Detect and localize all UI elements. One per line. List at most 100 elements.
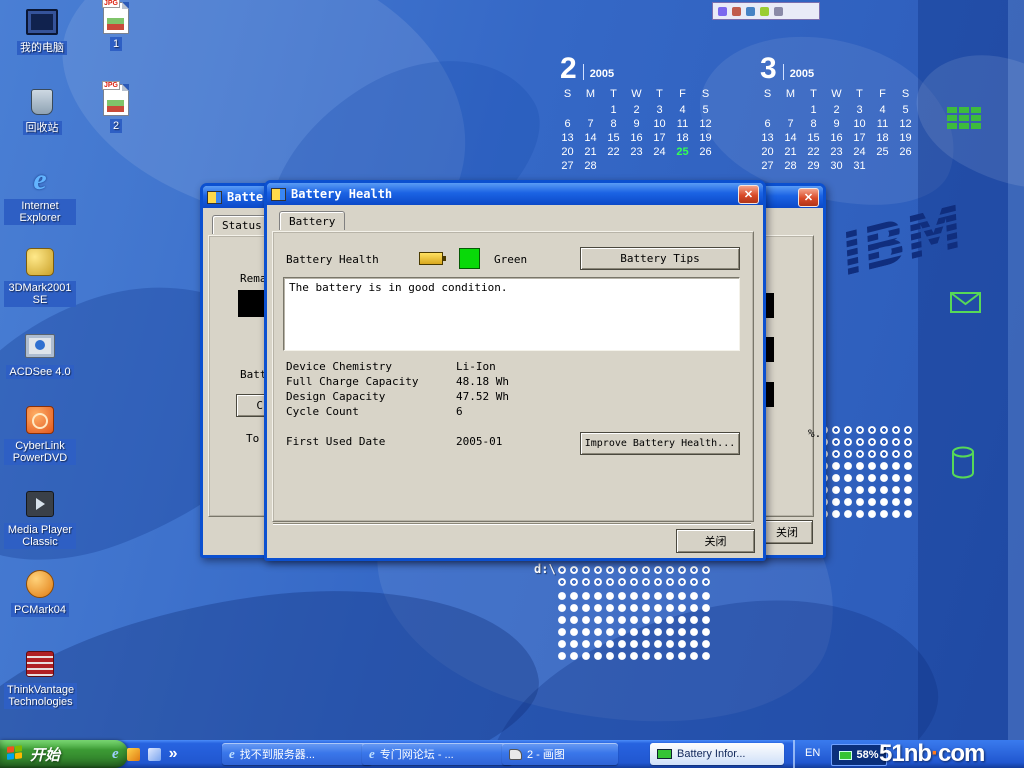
tab-status[interactable]: Status: [212, 215, 272, 234]
dot-pattern-right-filled: [818, 460, 914, 520]
display-icon[interactable]: [732, 7, 741, 16]
calendar-day-header: T: [648, 88, 671, 102]
calendar-day-header: T: [602, 88, 625, 102]
improve-battery-health-button[interactable]: Improve Battery Health...: [580, 432, 740, 455]
calendar-month: 2: [560, 56, 577, 82]
start-label: 开始: [30, 744, 60, 765]
desktop-icon-recycle-bin[interactable]: 回收站: [6, 86, 78, 136]
close-icon[interactable]: ✕: [798, 188, 819, 207]
close-button[interactable]: 关闭: [676, 529, 755, 553]
calendar-cell: 11: [671, 118, 694, 132]
calendar-cell: 15: [802, 132, 825, 146]
task-button-server-not-found[interactable]: e 找不到服务器...: [222, 743, 372, 765]
calendar-cell: 20: [756, 146, 779, 160]
settings-icon[interactable]: [774, 7, 783, 16]
show-desktop-icon[interactable]: [148, 748, 161, 761]
tab-battery[interactable]: Battery: [279, 211, 345, 230]
task-button-label: 2 - 画图: [527, 746, 565, 762]
calendar-cell: 21: [779, 146, 802, 160]
internet-explorer-icon[interactable]: e: [112, 746, 119, 763]
calendar-february: 2 2005 SMTWTFS 1234567891011121314151617…: [556, 56, 717, 174]
condition-text: The battery is in good condition.: [289, 281, 508, 294]
calendar-cell: [694, 160, 717, 174]
calendar-month: 3: [760, 56, 777, 82]
calendar-day-header: S: [894, 88, 917, 102]
battery-icon: [419, 252, 443, 265]
calendar-cell: 21: [579, 146, 602, 160]
calendar-year: 2005: [790, 68, 814, 80]
calendar-cell: [648, 160, 671, 174]
desktop-icon-internet-explorer[interactable]: e Internet Explorer: [4, 164, 76, 226]
keyboard-icon[interactable]: [760, 7, 769, 16]
media-player-icon[interactable]: [127, 748, 140, 761]
calendar-cell: 19: [894, 132, 917, 146]
desktop-icon-acdsee[interactable]: ACDSee 4.0: [4, 330, 76, 380]
calendar-cell: 17: [848, 132, 871, 146]
calendar-day-header: T: [848, 88, 871, 102]
desktop-icon-file-1[interactable]: JPG 1: [92, 2, 140, 52]
volume-icon[interactable]: [718, 7, 727, 16]
calendar-cell: 13: [756, 132, 779, 146]
cycle-count-value: 6: [456, 405, 463, 418]
health-status-swatch: [459, 248, 480, 269]
task-button-label: Battery Infor...: [677, 748, 745, 760]
desktop-icon-label: 1: [110, 37, 122, 51]
desktop-icon-label: PCMark04: [11, 603, 69, 617]
taskbar: 开始 e » e 找不到服务器... e 专门网论坛 - ... 2 - 画图 …: [0, 740, 1024, 768]
battery-icon: [839, 751, 852, 760]
condition-textbox[interactable]: The battery is in good condition.: [283, 277, 740, 351]
dialog-title-bar[interactable]: Battery Health ✕: [267, 183, 763, 205]
calendar-cell: 2: [625, 104, 648, 118]
desktop-icon-thinkvantage[interactable]: ThinkVantage Technologies: [4, 648, 76, 710]
desktop-icon-my-computer[interactable]: 我的电脑: [6, 6, 78, 56]
battery-health-label: Battery Health: [286, 253, 379, 266]
separator: [273, 523, 751, 525]
calendar-cell: 16: [825, 132, 848, 146]
calendar-day-header: M: [779, 88, 802, 102]
battery-tips-button[interactable]: Battery Tips: [580, 247, 740, 270]
calendar-cell: [779, 104, 802, 118]
dot-pattern-bottom-hollow: [556, 564, 712, 590]
desktop-icon-file-2[interactable]: JPG 2: [92, 84, 140, 134]
desktop-icon-media-player-classic[interactable]: Media Player Classic: [4, 488, 76, 550]
start-button[interactable]: 开始: [0, 740, 128, 768]
calendar-cell: 14: [579, 132, 602, 146]
desktop-icon-label: 回收站: [23, 121, 62, 135]
task-button-battery-information[interactable]: Battery Infor...: [650, 743, 784, 765]
full-charge-capacity-value: 48.18 Wh: [456, 375, 509, 388]
task-button-label: 专门网论坛 - ...: [380, 746, 454, 762]
jpg-badge: JPG: [102, 0, 120, 8]
calendar-cell: 17: [648, 132, 671, 146]
calendar-cell: 31: [848, 160, 871, 174]
internet-explorer-icon: e: [33, 166, 46, 194]
calendar-day-headers: SMTWTFS: [556, 88, 717, 102]
internet-explorer-icon: e: [229, 746, 235, 762]
system-tray: EN 58% 51nb·com: [793, 740, 1024, 768]
calendar-cell: 19: [694, 132, 717, 146]
power-icon[interactable]: [746, 7, 755, 16]
calendar-cell: 7: [779, 118, 802, 132]
database-cylinder-icon: [950, 445, 976, 481]
desktop-icon-powerdvd[interactable]: CyberLink PowerDVD: [4, 404, 76, 466]
close-icon[interactable]: ✕: [738, 185, 759, 204]
language-indicator[interactable]: EN: [805, 747, 820, 759]
desktop-icon-pcmark04[interactable]: PCMark04: [4, 568, 76, 618]
calendar-grid: 1234567891011121314151617181920212223242…: [756, 104, 917, 174]
calendar-cell: 3: [648, 104, 671, 118]
calendar-cell: 9: [825, 118, 848, 132]
task-button-forum[interactable]: e 专门网论坛 - ...: [362, 743, 512, 765]
close-button[interactable]: 关闭: [761, 520, 813, 544]
quick-launch-overflow-chevron[interactable]: »: [169, 745, 178, 763]
desktop-icon-label: ACDSee 4.0: [6, 365, 73, 379]
calendar-cell: 1: [802, 104, 825, 118]
task-button-paint[interactable]: 2 - 画图: [502, 743, 618, 765]
task-button-label: 找不到服务器...: [240, 746, 315, 762]
desktop-icon-label: ThinkVantage Technologies: [4, 683, 77, 709]
calendar-cell: [579, 104, 602, 118]
calendar-cell: 4: [671, 104, 694, 118]
battery-health-dialog[interactable]: Battery Health ✕ Battery Battery Health …: [264, 180, 766, 561]
calendar-separator: [583, 64, 584, 80]
desktop-icon-3dmark2001[interactable]: 3DMark2001 SE: [4, 246, 76, 308]
battery-percent: 58%: [856, 749, 878, 761]
desktop-icon-label: 3DMark2001 SE: [4, 281, 76, 307]
